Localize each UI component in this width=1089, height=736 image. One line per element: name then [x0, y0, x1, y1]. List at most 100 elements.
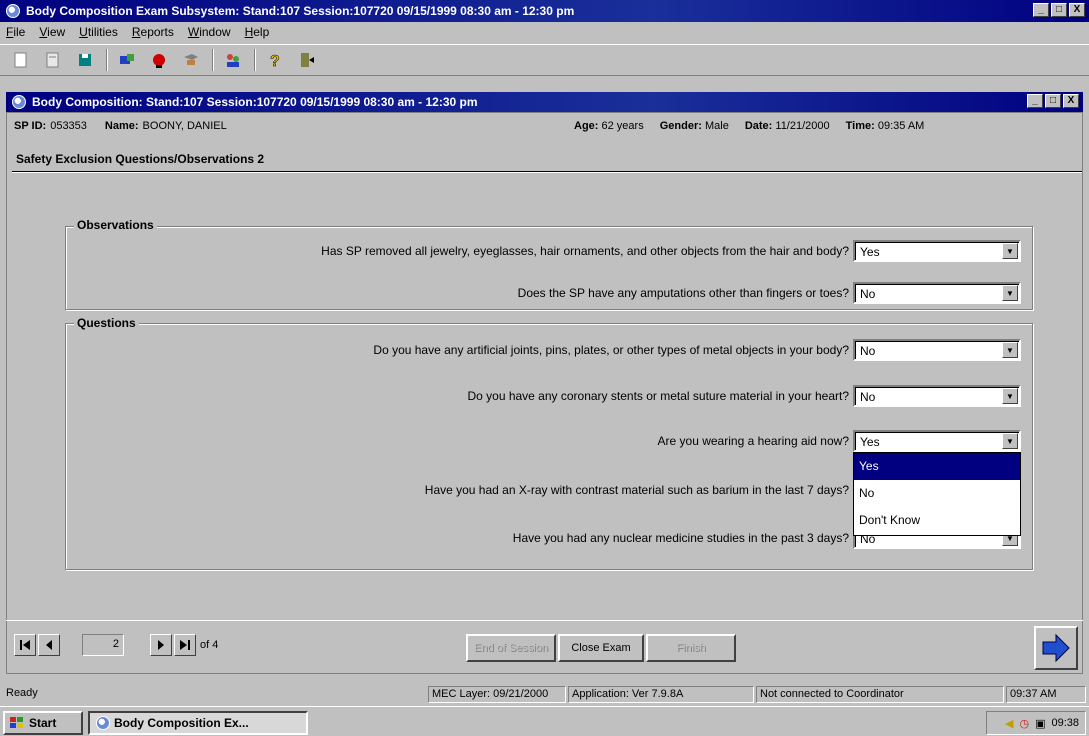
dropdown-option-no[interactable]: No	[854, 480, 1020, 507]
last-page-icon	[180, 640, 190, 650]
status-coordinator: Not connected to Coordinator	[756, 686, 1004, 703]
date-label: Date:	[744, 120, 773, 132]
taskbar-app-button[interactable]: Body Composition Ex...	[88, 711, 308, 735]
new-icon[interactable]	[10, 49, 32, 71]
time-label: Time:	[845, 120, 875, 132]
speaker-icon[interactable]: ◀	[1005, 717, 1013, 730]
question-jewelry: Has SP removed all jewelry, eyeglasses, …	[321, 244, 849, 258]
question-nuclear-medicine: Have you had any nuclear medicine studie…	[512, 531, 849, 545]
status-application: Application: Ver 7.9.8A	[568, 686, 754, 703]
dropdown-option-yes[interactable]: Yes	[854, 453, 1020, 480]
finish-button[interactable]: Finish	[646, 634, 736, 662]
arrow-right-icon	[1042, 633, 1070, 663]
hearing-aid-select[interactable]: Yes ▼	[853, 430, 1021, 452]
age-value: 62 years	[601, 120, 644, 132]
chevron-down-icon[interactable]: ▼	[1002, 433, 1018, 449]
coronary-stents-select[interactable]: No ▼	[853, 385, 1021, 407]
toolbar-separator	[106, 49, 108, 71]
window-icon	[12, 95, 26, 109]
section-divider	[12, 171, 1082, 173]
menu-help[interactable]: Help	[245, 25, 270, 39]
reports-icon[interactable]	[180, 49, 202, 71]
inner-window-title-bar[interactable]: Body Composition: Stand:107 Session:1077…	[6, 92, 1083, 112]
sp-id-value: 053353	[50, 120, 87, 132]
help-icon[interactable]: ?	[264, 49, 286, 71]
open-icon[interactable]	[42, 49, 64, 71]
question-amputations: Does the SP have any amputations other t…	[517, 286, 849, 300]
status-time: 09:37 AM	[1006, 686, 1086, 703]
windows-logo-icon	[10, 717, 23, 728]
chevron-down-icon[interactable]: ▼	[1002, 243, 1018, 259]
svg-text:?: ?	[270, 53, 280, 69]
menu-file[interactable]: File	[6, 25, 25, 39]
sp-id-label: SP ID:	[14, 120, 47, 132]
page-of-text: of 4	[200, 639, 219, 651]
amputations-select[interactable]: No ▼	[853, 282, 1021, 304]
app-icon	[6, 4, 20, 18]
end-of-session-button[interactable]: End of Session	[466, 634, 556, 662]
date-value: 11/21/2000	[775, 120, 830, 132]
taskbar: Start Body Composition Ex... ◀ ◷ ▣ 09:38	[0, 706, 1089, 736]
question-hearing-aid: Are you wearing a hearing aid now?	[657, 434, 849, 448]
users-icon[interactable]	[222, 49, 244, 71]
page-number-field[interactable]: 2	[82, 634, 124, 656]
chevron-down-icon[interactable]: ▼	[1002, 342, 1018, 358]
dropdown-option-dont-know[interactable]: Don't Know	[854, 507, 1020, 534]
prev-page-button[interactable]	[38, 634, 60, 656]
minimize-button[interactable]: _	[1033, 3, 1049, 17]
question-coronary-stents: Do you have any coronary stents or metal…	[467, 389, 849, 403]
metal-objects-select-value: No	[860, 344, 876, 358]
name-label: Name:	[104, 120, 139, 132]
clock-icon[interactable]: ◷	[1019, 717, 1029, 730]
inner-window-title: Body Composition: Stand:107 Session:1077…	[32, 95, 478, 109]
chevron-down-icon[interactable]: ▼	[1002, 388, 1018, 404]
restore-button[interactable]: □	[1051, 3, 1067, 17]
start-button[interactable]: Start	[3, 711, 83, 735]
toolbar: ?	[0, 44, 1089, 76]
status-mec-layer: MEC Layer: 09/21/2000	[428, 686, 566, 703]
last-page-button[interactable]	[174, 634, 196, 656]
coronary-stents-select-value: No	[860, 390, 876, 404]
close-button[interactable]: X	[1069, 3, 1085, 17]
question-metal-objects: Do you have any artificial joints, pins,…	[373, 343, 849, 357]
exit-icon[interactable]	[296, 49, 318, 71]
question-xray-contrast: Have you had an X-ray with contrast mate…	[424, 483, 849, 497]
status-ready: Ready	[6, 687, 38, 699]
name-value: BOONY, DANIEL	[142, 120, 227, 132]
system-tray: ◀ ◷ ▣ 09:38	[986, 711, 1086, 735]
sp-info: SP ID: 053353 Name: BOONY, DANIEL	[14, 116, 227, 136]
stop-icon[interactable]	[148, 49, 170, 71]
hearing-aid-select-value: Yes	[860, 435, 880, 449]
save-icon[interactable]	[74, 49, 96, 71]
close-exam-button[interactable]: Close Exam	[558, 634, 644, 662]
menu-bar: File View Utilities Reports Window Help	[0, 22, 1089, 42]
menu-view[interactable]: View	[39, 25, 65, 39]
inner-minimize-button[interactable]: _	[1027, 94, 1043, 108]
tray-clock: 09:38	[1051, 717, 1079, 729]
first-page-icon	[20, 640, 30, 650]
jewelry-select[interactable]: Yes ▼	[853, 240, 1021, 262]
section-title: Safety Exclusion Questions/Observations …	[16, 152, 265, 166]
next-section-button[interactable]	[1034, 626, 1078, 670]
menu-reports[interactable]: Reports	[132, 25, 174, 39]
tools-icon[interactable]	[116, 49, 138, 71]
menu-window[interactable]: Window	[188, 25, 231, 39]
first-page-button[interactable]	[14, 634, 36, 656]
inner-close-button[interactable]: X	[1063, 94, 1079, 108]
inner-restore-button[interactable]: □	[1045, 94, 1061, 108]
network-icon[interactable]: ▣	[1035, 717, 1045, 730]
metal-objects-select[interactable]: No ▼	[853, 339, 1021, 361]
menu-utilities[interactable]: Utilities	[79, 25, 118, 39]
toolbar-separator	[212, 49, 214, 71]
hearing-aid-dropdown-list[interactable]: Yes No Don't Know	[853, 452, 1021, 536]
gender-value: Male	[704, 120, 729, 132]
app-title-bar[interactable]: Body Composition Exam Subsystem: Stand:1…	[0, 0, 1089, 22]
jewelry-select-value: Yes	[860, 245, 880, 259]
chevron-down-icon[interactable]: ▼	[1002, 285, 1018, 301]
gender-label: Gender:	[659, 120, 702, 132]
next-page-button[interactable]	[150, 634, 172, 656]
taskbar-app-label: Body Composition Ex...	[114, 716, 249, 730]
time-value: 09:35 AM	[877, 120, 925, 132]
prev-page-icon	[46, 640, 52, 650]
next-page-icon	[158, 640, 164, 650]
